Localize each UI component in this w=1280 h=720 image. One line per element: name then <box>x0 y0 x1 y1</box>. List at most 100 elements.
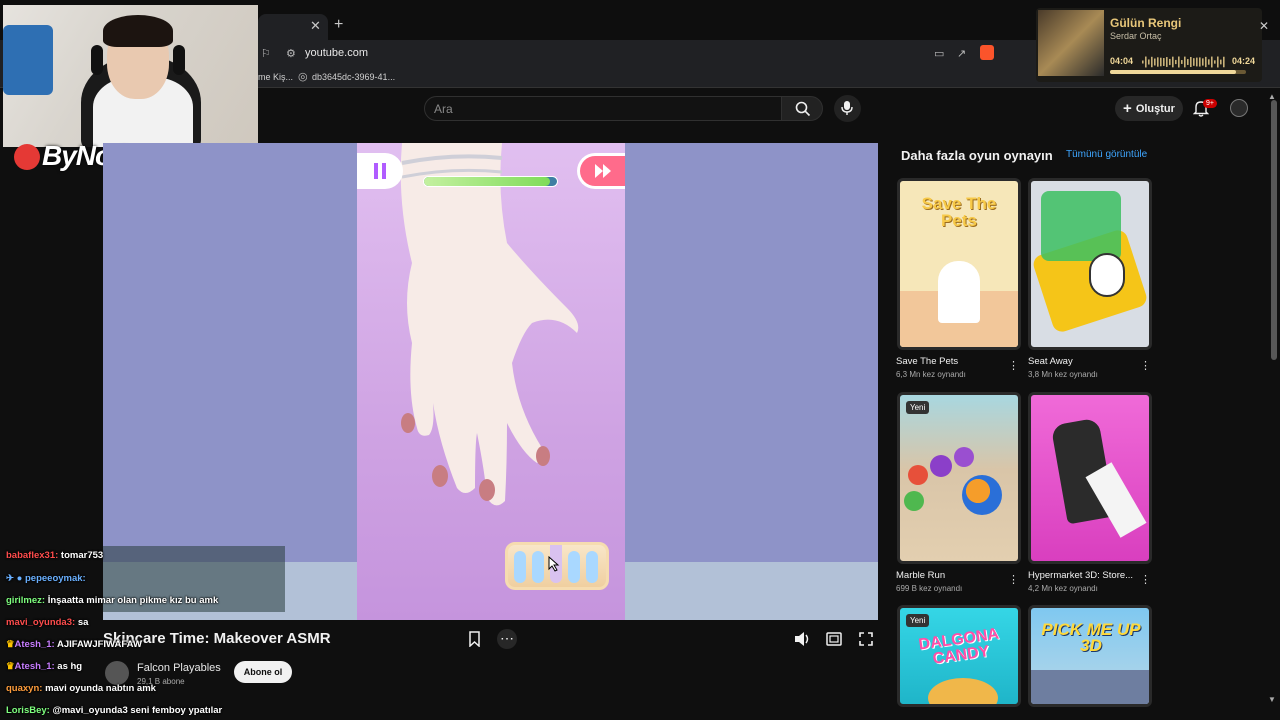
search-button[interactable] <box>781 96 823 121</box>
marble-icon <box>908 465 928 485</box>
voice-search-button[interactable] <box>834 95 861 122</box>
scroll-up-icon[interactable]: ▲ <box>1268 92 1276 101</box>
chat-message: ♛Atesh_1: as hg <box>6 661 83 672</box>
scroll-down-icon[interactable]: ▼ <box>1268 695 1276 704</box>
waveform-bar <box>1205 56 1207 68</box>
game-name[interactable]: Hypermarket 3D: Store... <box>1028 570 1133 581</box>
bookmark-icon[interactable]: ⚐ <box>261 47 271 60</box>
pause-button[interactable] <box>357 153 403 189</box>
url-text[interactable]: youtube.com <box>305 47 368 59</box>
share-icon[interactable]: ↗ <box>957 47 966 60</box>
waveform-bar <box>1208 59 1210 65</box>
bookmark-item[interactable]: db3645dc-3969-41... <box>312 72 395 82</box>
hand-icon <box>1089 253 1125 297</box>
card-logo: Save The Pets <box>921 194 997 230</box>
candy-icon <box>928 678 998 704</box>
plus-icon: + <box>1123 100 1132 117</box>
channel-name[interactable]: Falcon Playables <box>137 662 221 674</box>
marble-icon <box>904 491 924 511</box>
chat-message: ♛Atesh_1: AJIFAWJFIWAFAW <box>6 639 142 650</box>
new-badge: Yeni <box>906 614 930 627</box>
game-plays: 699 B kez oynandı <box>896 584 963 593</box>
card-seats <box>1041 191 1121 261</box>
new-tab-icon[interactable]: + <box>334 16 343 34</box>
volume-icon <box>795 632 809 646</box>
waveform-bar <box>1166 57 1168 67</box>
headphone-icon <box>91 45 103 75</box>
page-scrollbar[interactable] <box>1271 100 1277 360</box>
waveform-bar <box>1193 58 1195 66</box>
cast-icon[interactable]: ▭ <box>934 47 944 60</box>
waveform-bar <box>1178 56 1180 68</box>
search-placeholder: Ara <box>434 102 453 116</box>
game-plays: 3,8 Mn kez oynandı <box>1028 370 1098 379</box>
game-card-hypermarket[interactable] <box>1028 392 1152 564</box>
more-icon[interactable]: ⋮ <box>1008 359 1019 372</box>
game-name[interactable]: Save The Pets <box>896 356 958 367</box>
waveform-bar <box>1181 60 1183 64</box>
waveform-bar <box>1160 57 1162 67</box>
see-all-link[interactable]: Tümünü görüntüle <box>1066 149 1147 160</box>
marble-icon <box>930 455 952 477</box>
close-icon[interactable]: ✕ <box>1259 19 1269 33</box>
waveform-bar <box>1190 56 1192 68</box>
waveform-bar <box>1217 56 1219 68</box>
bookmark-item[interactable]: me Kiş... <box>258 72 293 82</box>
waveform-bar <box>1151 56 1153 68</box>
subscribe-button[interactable]: Abone ol <box>234 661 292 683</box>
webcam-overlay <box>3 5 258 147</box>
search-input[interactable] <box>424 96 782 121</box>
waveform-bar <box>1196 57 1198 67</box>
waveform-bar <box>1199 57 1201 67</box>
more-icon[interactable]: ⋮ <box>1140 573 1151 586</box>
chat-message: girilmez: İnşaatta mimar olan pikme kız … <box>6 595 219 606</box>
crown-icon: ♛ <box>6 639 15 650</box>
game-progress-fill <box>424 177 551 186</box>
notification-badge: 9+ <box>1203 99 1217 108</box>
brave-shield-icon[interactable] <box>980 45 994 60</box>
waveform-bar <box>1154 58 1156 66</box>
waveform-bar <box>1223 56 1225 68</box>
more-icon[interactable]: ⋮ <box>1008 573 1019 586</box>
create-button[interactable]: + Oluştur <box>1115 96 1183 121</box>
marble-icon <box>962 475 1002 515</box>
song-duration: 04:24 <box>1232 56 1256 66</box>
skip-button[interactable] <box>577 153 625 189</box>
game-card-seat-away[interactable] <box>1028 178 1152 350</box>
card-logo: PICK ME UP 3D <box>1041 620 1141 655</box>
game-progress-bar <box>423 176 558 187</box>
save-button[interactable] <box>468 631 481 650</box>
game-name[interactable]: Seat Away <box>1028 356 1073 367</box>
chat-message: LorisBey: @mavi_oyunda3 seni femboy ypat… <box>6 705 223 716</box>
game-name[interactable]: Marble Run <box>896 570 945 581</box>
headphone-icon <box>173 45 185 75</box>
game-card-save-the-pets[interactable]: Save The Pets <box>897 178 1021 350</box>
channel-avatar[interactable] <box>105 661 129 685</box>
waveform-bar <box>1214 60 1216 64</box>
waveform-bar <box>1157 57 1159 67</box>
marble-icon <box>954 447 974 467</box>
waveform-icon <box>1142 55 1226 68</box>
more-icon[interactable]: ⋮ <box>1140 359 1151 372</box>
music-progress-fill <box>1110 70 1236 74</box>
game-card-dalgona-candy[interactable]: Yeni DALGONA CANDY <box>897 605 1021 707</box>
volume-button[interactable] <box>794 631 812 650</box>
cursor-icon <box>548 555 560 577</box>
waveform-bar <box>1211 56 1213 68</box>
theater-mode-button[interactable] <box>826 632 842 649</box>
album-art <box>1038 10 1104 76</box>
bookmark-icon <box>469 631 480 648</box>
waveform-bar <box>1202 58 1204 66</box>
more-options-button[interactable]: ⋯ <box>497 629 517 649</box>
site-info-icon[interactable]: ⚙ <box>286 47 296 60</box>
pause-icon <box>374 163 386 179</box>
close-tab-icon[interactable]: ✕ <box>310 18 321 34</box>
fullscreen-button[interactable] <box>859 632 873 649</box>
game-card-marble-run[interactable]: Yeni <box>897 392 1021 564</box>
account-avatar[interactable] <box>1230 99 1248 117</box>
search-icon <box>795 101 811 117</box>
game-plays: 6,3 Mn kez oynandı <box>896 370 966 379</box>
song-title: Gülün Rengi <box>1110 16 1182 30</box>
game-card-pick-me-up[interactable]: PICK ME UP 3D <box>1028 605 1152 707</box>
chat-message: babaflex31: tomar753 <box>6 550 104 561</box>
